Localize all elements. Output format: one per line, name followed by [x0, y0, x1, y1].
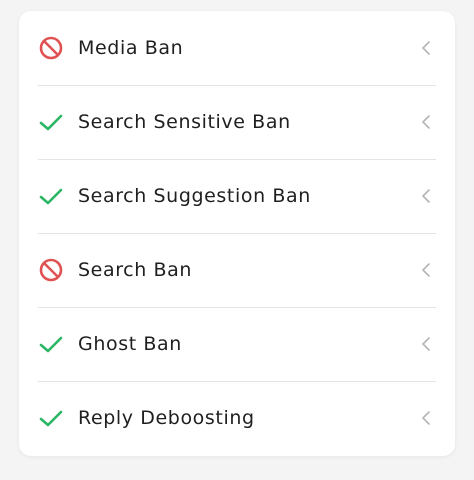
- chevron-left-icon: [422, 337, 430, 351]
- list-item-label: Search Ban: [78, 259, 193, 281]
- checkmark-icon: [39, 114, 63, 131]
- list-item-label: Ghost Ban: [78, 333, 182, 355]
- checkmark-icon: [39, 188, 63, 205]
- chevron-left-icon: [422, 115, 430, 129]
- list-item-media-ban[interactable]: Media Ban: [38, 11, 436, 85]
- list-item-label: Search Sensitive Ban: [78, 111, 291, 133]
- chevron-left-icon: [422, 263, 430, 277]
- list-item-ghost-ban[interactable]: Ghost Ban: [38, 307, 436, 381]
- chevron-left-icon: [422, 189, 430, 203]
- list-item-search-sensitive-ban[interactable]: Search Sensitive Ban: [38, 85, 436, 159]
- no-entry-icon: [39, 36, 63, 60]
- list-item-label: Media Ban: [78, 37, 184, 59]
- list-item-reply-deboosting[interactable]: Reply Deboosting: [38, 381, 436, 455]
- checkmark-icon: [39, 410, 63, 427]
- list-item-search-suggestion-ban[interactable]: Search Suggestion Ban: [38, 159, 436, 233]
- list-item-label: Search Suggestion Ban: [78, 185, 311, 207]
- list-item-search-ban[interactable]: Search Ban: [38, 233, 436, 307]
- chevron-left-icon: [422, 411, 430, 425]
- list-item-label: Reply Deboosting: [78, 407, 255, 429]
- checkmark-icon: [39, 336, 63, 353]
- chevron-left-icon: [422, 41, 430, 55]
- no-entry-icon: [39, 258, 63, 282]
- ban-status-card: Media Ban Search Sensitive Ban Search Su…: [19, 11, 455, 456]
